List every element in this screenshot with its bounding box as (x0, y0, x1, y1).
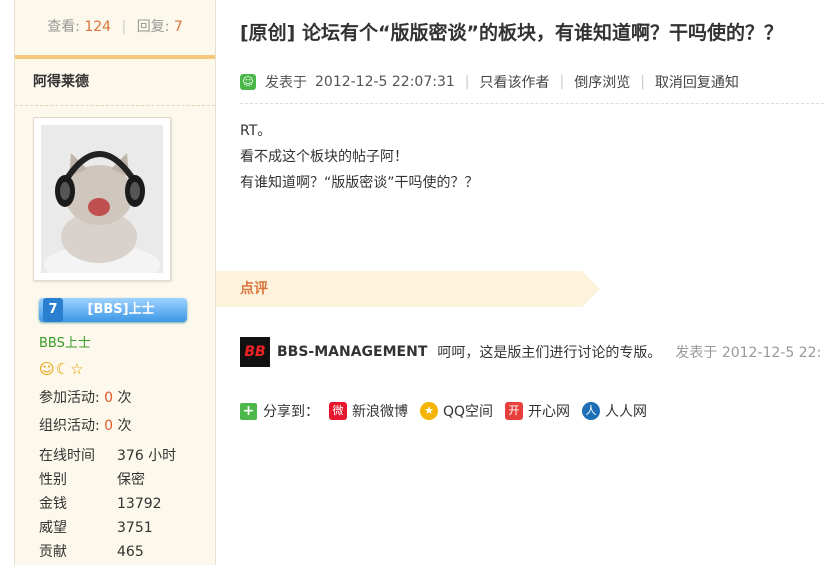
activity-org-count: 0 (104, 418, 114, 434)
share-qzone[interactable]: ★ QQ空间 (420, 401, 493, 421)
qzone-icon: ★ (420, 402, 438, 420)
activity-join-count: 0 (104, 390, 114, 406)
weibo-icon: 微 (329, 402, 347, 420)
post-line: 有谁知道啊？“版版密谈”干吗使的？？ (240, 175, 479, 191)
info-row-money: 金钱 13792 (39, 496, 162, 512)
avatar[interactable] (33, 117, 171, 281)
rank-badge[interactable]: 7 [BBS]上士 (39, 298, 187, 322)
kaixin-icon: 开 (505, 402, 524, 420)
post-line: 看不成这个板块的帖子阿！ (240, 149, 408, 165)
post-content: RT。 看不成这个板块的帖子阿！ 有谁知道啊？“版版密谈”干吗使的？？ (240, 118, 479, 196)
comments-tab: 点评 (216, 271, 600, 307)
divider (240, 103, 824, 104)
comment-item: BB BBS-MANAGEMENT 呵呵，这是版主们进行讨论的专版。 发表于 2… (240, 337, 821, 367)
replies-label: 回复: (136, 19, 170, 35)
cancel-notify-link[interactable]: 取消回复通知 (655, 72, 739, 92)
author-sidebar: 查看: 124 | 回复: 7 阿得莱德 7 [BBS]上士 BBS上士 ☺☾☆… (14, 0, 216, 565)
share-kaixin[interactable]: 开开心网 (505, 401, 570, 421)
online-status-icon: ☺ (240, 74, 256, 90)
info-row-gender: 性别 保密 (39, 472, 145, 488)
activity-join: 参加活动: 0 次 (39, 390, 132, 406)
share-weibo[interactable]: 微新浪微博 (329, 401, 408, 421)
plus-icon: + (240, 402, 257, 420)
share-renren[interactable]: 人人人网 (582, 401, 647, 421)
kitten-headphones-avatar-icon (41, 125, 163, 273)
info-row-contribution: 贡献 465 (39, 544, 144, 560)
rank-title: [BBS]上士 (87, 302, 155, 317)
activity-org: 组织活动: 0 次 (39, 418, 132, 434)
info-row-prestige: 威望 3751 (39, 520, 153, 536)
bbs-logo-icon[interactable]: BB (240, 337, 270, 367)
post-meta: ☺ 发表于 2012-12-5 22:07:31 | 只看该作者 | 倒序浏览 … (240, 72, 739, 92)
replies-count: 7 (173, 19, 183, 35)
views-count: 124 (84, 19, 112, 35)
reverse-order-link[interactable]: 倒序浏览 (574, 72, 630, 92)
moon-icon: ☾ (55, 360, 71, 378)
star-icon: ☆ (70, 360, 85, 378)
thread-stats: 查看: 124 | 回复: 7 (15, 0, 215, 59)
renren-icon: 人 (582, 402, 601, 420)
posted-label: 发表于 (265, 75, 307, 91)
thread-title: [原创] 论坛有个“版版密谈”的板块，有谁知道啊？干吗使的？？ (240, 22, 783, 44)
share-bar: + 分享到： 微新浪微博 ★ QQ空间 开开心网 人人人网 (240, 401, 659, 421)
comment-author[interactable]: BBS-MANAGEMENT (277, 344, 427, 360)
share-label: 分享到： (263, 404, 319, 420)
only-author-link[interactable]: 只看该作者 (480, 72, 550, 92)
medals: ☺☾☆ (39, 360, 85, 378)
post-line: RT。 (240, 123, 272, 139)
posted-time: 2012-12-5 22:07:31 (315, 74, 455, 90)
author-name[interactable]: 阿得莱德 (15, 59, 215, 106)
comment-time: 发表于 2012-12-5 22: (675, 345, 822, 361)
rank-level: 7 (43, 298, 63, 322)
views-label: 查看: (47, 19, 80, 35)
smile-icon: ☺ (39, 360, 56, 378)
info-row-online: 在线时间 376 小时 (39, 448, 177, 464)
user-group[interactable]: BBS上士 (39, 332, 91, 351)
comment-text: 呵呵，这是版主们进行讨论的专版。 (437, 345, 662, 361)
user-info: 在线时间 376 小时 性别 保密 金钱 13792 威望 3751 贡献 465 (39, 444, 209, 564)
post-main: [原创] 论坛有个“版版密谈”的板块，有谁知道啊？干吗使的？？ ☺ 发表于 20… (216, 0, 824, 565)
